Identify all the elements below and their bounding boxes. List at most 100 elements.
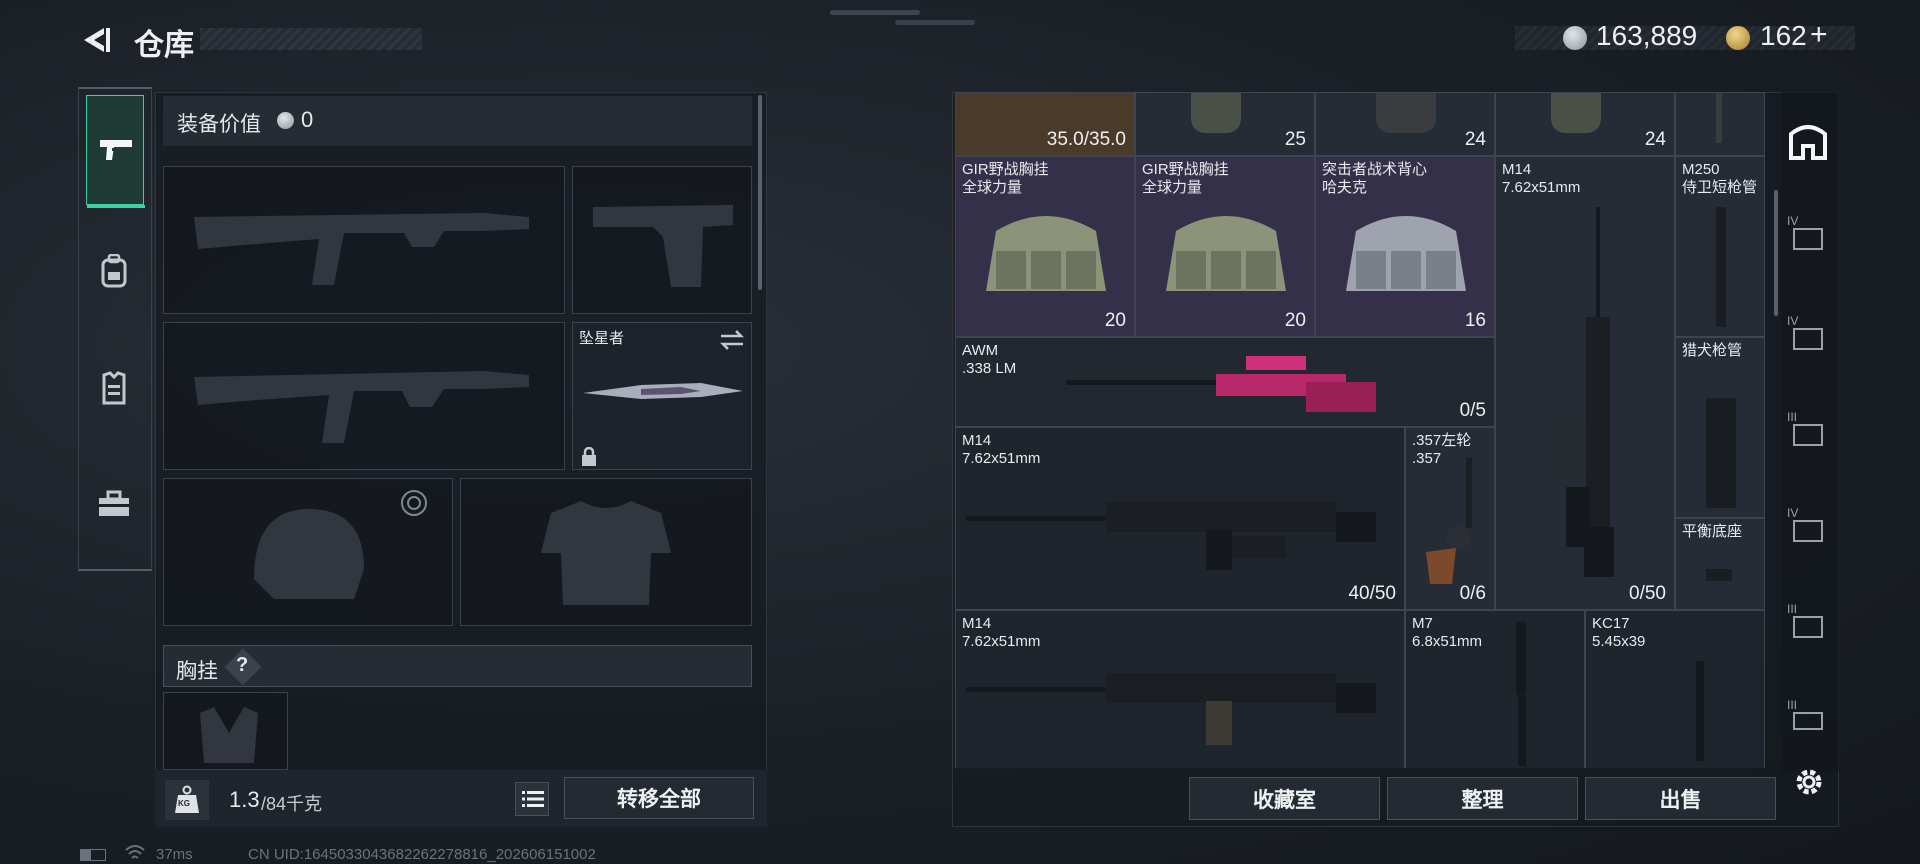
item-name: AWM .338 LM — [962, 342, 1017, 377]
stash-item[interactable]: 25 — [1135, 92, 1315, 156]
item-name: 猎犬枪管 — [1682, 342, 1743, 359]
item-count: 0/6 — [1459, 583, 1486, 604]
filter-tier-button[interactable]: IV — [1785, 214, 1831, 260]
stash-item[interactable]: M14 7.62x51mm 40/50 — [955, 427, 1405, 610]
chest-rig-slot[interactable] — [163, 692, 288, 770]
folder-icon — [1793, 328, 1823, 350]
item-name: GIR野战胸挂 全球力量 — [1142, 161, 1229, 196]
weight-max: /84千克 — [261, 794, 323, 814]
filter-all-button[interactable] — [1785, 118, 1831, 164]
stash-item[interactable]: 24 — [1495, 92, 1675, 156]
wifi-icon — [125, 845, 145, 859]
list-icon — [522, 791, 544, 807]
loadout-value: 0 — [301, 107, 314, 132]
secondary-weapon-slot[interactable] — [163, 322, 565, 470]
toolbox-icon — [99, 490, 129, 516]
stash-item[interactable]: 猎犬枪管 — [1675, 337, 1765, 518]
item-image — [1546, 207, 1614, 577]
item-count: 25 — [1284, 129, 1306, 150]
item-image — [1516, 621, 1526, 696]
transfer-all-button[interactable]: 转移全部 — [564, 777, 754, 819]
light-streak — [895, 20, 975, 25]
stash-item[interactable]: M14 7.62x51mm 0/50 — [1495, 156, 1675, 610]
warning-box-icon — [1793, 424, 1823, 446]
sidebar-item-toolbox[interactable] — [89, 479, 139, 529]
switch-icon[interactable] — [719, 329, 745, 351]
coin-icon — [277, 112, 294, 129]
primary-weapon-slot[interactable] — [163, 166, 565, 314]
loadout-value-label: 装备价值 — [177, 113, 261, 136]
sell-button[interactable]: 出售 — [1585, 777, 1776, 820]
chest-rig-silhouette — [200, 707, 258, 763]
stash-item[interactable]: M250 侍卫短枪管 — [1675, 156, 1765, 337]
active-indicator — [87, 205, 145, 208]
premium-balance: 162 — [1760, 20, 1807, 51]
item-name: M14 7.62x51mm — [1502, 161, 1581, 196]
stash-item[interactable]: 平衡底座 — [1675, 518, 1765, 610]
melee-blade-image — [583, 383, 743, 399]
stash-item[interactable]: M14 7.62x51mm — [955, 610, 1405, 768]
collection-room-button[interactable]: 收藏室 — [1189, 777, 1380, 820]
back-arrow-icon — [84, 28, 110, 52]
armor-silhouette — [541, 501, 671, 605]
add-premium-button[interactable]: + — [1810, 18, 1828, 52]
tier-label: III — [1787, 410, 1798, 424]
melee-slot[interactable]: 坠星者 — [572, 322, 752, 470]
stash-item[interactable]: 24 — [1315, 92, 1495, 156]
item-image — [986, 216, 1106, 291]
stash-item[interactable]: KC17 5.45x39 — [1585, 610, 1765, 768]
stash-item[interactable]: M7 6.8x51mm — [1405, 610, 1585, 768]
helmet-slot[interactable] — [163, 478, 453, 626]
tier-label: IV — [1787, 214, 1799, 228]
sidebar-item-weapons[interactable] — [86, 95, 145, 208]
pistol-silhouette — [593, 205, 733, 287]
item-count: 16 — [1464, 310, 1486, 331]
stash-item[interactable]: GIR野战胸挂 全球力量 20 — [1135, 156, 1315, 337]
filter-tier-button[interactable]: III — [1785, 698, 1831, 734]
sidebar-item-backpack[interactable] — [89, 246, 139, 296]
help-icon[interactable]: ? — [236, 654, 248, 677]
filter-tier-button[interactable]: IV — [1785, 314, 1831, 360]
item-image — [966, 502, 1376, 570]
coin-balance: 163,889 — [1596, 20, 1698, 51]
stash-item[interactable]: .357左轮 .357 0/6 — [1405, 427, 1495, 610]
sidearm-slot[interactable] — [572, 166, 752, 314]
stash-item[interactable]: GIR野战胸挂 全球力量 20 — [955, 156, 1135, 337]
ping-text: 37ms — [156, 846, 193, 863]
page-title: 仓库 — [134, 29, 194, 62]
filter-tier-button[interactable]: IV — [1785, 506, 1831, 552]
tier-label: IV — [1787, 506, 1799, 520]
tier-label: III — [1787, 602, 1798, 616]
stash-item[interactable]: 突击者战术背心 哈夫克 16 — [1315, 156, 1495, 337]
sidebar-item-vest[interactable] — [89, 363, 139, 413]
list-view-button[interactable] — [515, 782, 549, 816]
item-image — [1376, 93, 1436, 133]
stash-item[interactable]: 35.0/35.0 — [955, 92, 1135, 156]
settings-button[interactable] — [1791, 764, 1827, 800]
item-count: 0/5 — [1459, 400, 1486, 421]
sort-button[interactable]: 整理 — [1387, 777, 1578, 820]
item-image — [1706, 398, 1736, 508]
loadout-scrollbar[interactable] — [758, 95, 762, 290]
item-count: 20 — [1104, 310, 1126, 331]
stash-item[interactable] — [1675, 92, 1765, 156]
loadout-value-bar: 装备价值 0 — [163, 96, 752, 146]
filter-tier-button[interactable]: III — [1785, 602, 1831, 648]
armor-slot[interactable] — [460, 478, 752, 626]
battery-icon — [80, 849, 106, 861]
item-durability: 35.0/35.0 — [1046, 129, 1126, 150]
stash-scrollbar[interactable] — [1774, 190, 1778, 316]
crate-icon — [1793, 712, 1823, 730]
chip-icon — [1793, 228, 1823, 250]
stash-item[interactable]: AWM .338 LM 0/5 — [955, 337, 1495, 427]
light-streak — [830, 10, 920, 15]
gear-icon — [1796, 769, 1822, 795]
stash-grid[interactable]: 35.0/35.0 25 24 24 GIR野战胸挂 全球力量 20 GIR野战… — [955, 92, 1765, 768]
item-image — [1518, 696, 1526, 766]
title-decoration — [200, 28, 422, 50]
back-button[interactable] — [78, 22, 114, 58]
target-icon — [401, 490, 427, 516]
item-count: 40/50 — [1348, 583, 1396, 604]
filter-tier-button[interactable]: III — [1785, 410, 1831, 456]
uid-text: CN UID:1645033043682262278816_2026061510… — [248, 846, 596, 863]
